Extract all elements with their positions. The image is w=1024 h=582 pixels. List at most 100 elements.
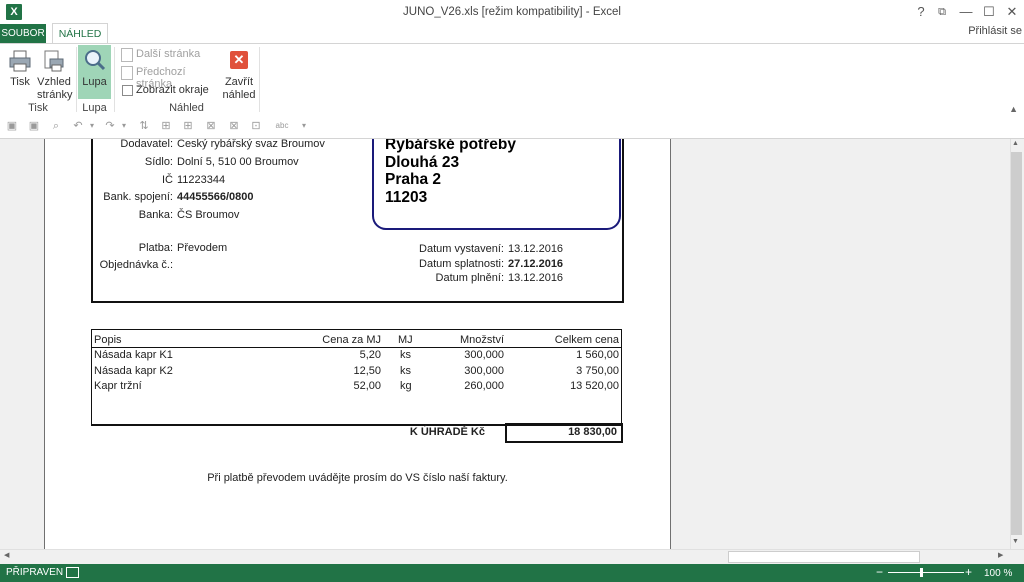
table-row-unit-price: 5,20: [359, 349, 381, 361]
zoom-slider[interactable]: [888, 572, 964, 573]
delete-column-icon[interactable]: ⊠: [205, 120, 217, 132]
table-row-unit: ks: [400, 365, 411, 377]
table-row-qty: 300,000: [464, 365, 504, 377]
previous-page-icon: [121, 66, 133, 80]
close-window-button[interactable]: ✕: [1001, 4, 1023, 20]
undo-icon[interactable]: ↶: [72, 120, 84, 132]
save-icon[interactable]: ▣: [6, 120, 18, 132]
issue-date-label: Datum vystavení:: [419, 243, 504, 255]
minimize-button[interactable]: —: [955, 4, 977, 20]
close-preview-label-2: náhled: [222, 89, 256, 101]
status-bar: [0, 564, 1024, 582]
page-setup-label-1: Vzhled: [37, 76, 71, 88]
due-date-value: 27.12.2016: [508, 258, 564, 270]
to-pay-value: 18 830,00: [568, 426, 617, 438]
zoom-in-button[interactable]: +: [965, 565, 972, 579]
insert-row-icon[interactable]: ⊞: [182, 120, 194, 132]
page-setup-label-2: stránky: [37, 89, 73, 101]
table-row-qty: 300,000: [464, 349, 504, 361]
tab-preview[interactable]: NÁHLED: [52, 23, 108, 45]
due-date-label: Datum splatnosti:: [419, 258, 504, 270]
scroll-down-icon[interactable]: ▼: [1012, 538, 1019, 545]
col-header-unit: MJ: [398, 334, 413, 346]
table-row-desc: Násada kapr K2: [94, 365, 173, 377]
insert-column-icon[interactable]: ⊞: [160, 120, 172, 132]
printer-icon: [9, 50, 31, 72]
bank-name-value: ČS Broumov: [177, 209, 240, 221]
scroll-right-icon[interactable]: ▶: [998, 551, 1003, 559]
zoom-button[interactable]: Lupa: [78, 45, 111, 99]
show-margins-label: Zobrazit okraje: [136, 84, 209, 96]
bank-value: 44455566/0800: [177, 191, 254, 203]
help-icon[interactable]: ?: [910, 4, 932, 20]
close-preview-button[interactable]: ✕ Zavřít náhled: [222, 47, 256, 101]
table-row-desc: Kapr tržní: [94, 380, 142, 392]
page-setup-button[interactable]: Vzhled stránky: [37, 47, 73, 103]
issue-date-value: 13.12.2016: [508, 243, 564, 255]
status-mode: PŘIPRAVEN: [6, 567, 64, 578]
ribbon-display-options-icon[interactable]: ⧉: [931, 4, 953, 20]
to-pay-label: K ÚHRADĚ Kč: [409, 426, 485, 438]
col-header-qty: Množství: [459, 334, 504, 346]
table-row-unit: ks: [400, 349, 411, 361]
next-page-icon: [121, 48, 133, 62]
table-row-unit-price: 12,50: [353, 365, 381, 377]
table-row-total: 13 520,00: [570, 380, 619, 392]
zoom-level[interactable]: 100 %: [984, 568, 1012, 579]
redo-icon[interactable]: ↷: [104, 120, 116, 132]
collapse-ribbon-icon[interactable]: ▲: [1009, 104, 1018, 114]
fulfil-date-value: 13.12.2016: [508, 272, 564, 284]
next-page-label: Další stránka: [136, 48, 201, 60]
tab-row: [0, 24, 1024, 44]
payment-label: Platba:: [138, 242, 173, 254]
spelling-icon[interactable]: abc: [274, 120, 290, 132]
sort-icon[interactable]: ⇅: [138, 120, 150, 132]
delete-row-icon[interactable]: ⊠: [228, 120, 240, 132]
group-print-label: Tisk: [28, 102, 48, 114]
customer-city: Praha 2: [385, 171, 442, 188]
save-as-icon[interactable]: ▣: [28, 120, 40, 132]
magnifier-icon: [85, 50, 106, 71]
macro-record-icon[interactable]: [66, 567, 79, 578]
table-row-total: 3 750,00: [576, 365, 619, 377]
zoom-out-button[interactable]: −: [876, 565, 883, 579]
customer-zip: 11203: [385, 189, 428, 206]
previous-page-button[interactable]: Předchozí stránka: [121, 66, 221, 90]
signin-link[interactable]: Přihlásit se: [968, 25, 1022, 37]
ico-label: IČ: [162, 174, 173, 186]
table-row-desc: Násada kapr K1: [94, 349, 173, 361]
col-header-unit-price: Cena za MJ: [322, 334, 381, 346]
undo-dropdown-icon[interactable]: ▾: [86, 120, 98, 132]
next-page-button[interactable]: Další stránka: [121, 48, 221, 62]
print-preview-icon[interactable]: ⌕: [50, 120, 62, 132]
close-preview-label-1: Zavřít: [224, 76, 254, 88]
col-header-total: Celkem cena: [554, 334, 619, 346]
supplier-value: Český rybářský svaz Broumov: [177, 139, 325, 150]
scroll-left-icon[interactable]: ◀: [4, 551, 9, 559]
print-label: Tisk: [10, 76, 30, 88]
borders-icon[interactable]: ⊡: [250, 120, 262, 132]
tab-file[interactable]: SOUBOR: [0, 24, 46, 44]
window-title: JUNO_V26.xls [režim kompatibility] - Exc…: [403, 6, 621, 18]
checkbox-icon: [122, 85, 133, 96]
col-header-desc: Popis: [94, 334, 122, 346]
page-preview[interactable]: Dodavatel: Český rybářský svaz Broumov S…: [44, 139, 671, 550]
show-margins-checkbox[interactable]: Zobrazit okraje: [121, 84, 221, 98]
horizontal-scroll-thumb[interactable]: [728, 551, 920, 563]
ico-value: 11223344: [177, 174, 226, 186]
customer-street: Dlouhá 23: [385, 154, 460, 171]
vertical-scroll-thumb[interactable]: [1011, 152, 1022, 535]
quick-access-toolbar: [0, 116, 1024, 139]
print-button[interactable]: Tisk: [4, 47, 36, 99]
table-row-qty: 260,000: [464, 380, 504, 392]
customize-qat-icon[interactable]: ▾: [298, 120, 310, 132]
zoom-label: Lupa: [82, 76, 107, 88]
table-header-divider: [92, 347, 621, 348]
page-setup-icon: [44, 50, 64, 72]
redo-dropdown-icon[interactable]: ▾: [118, 120, 130, 132]
bank-label: Bank. spojení:: [103, 191, 173, 203]
footer-note: Při platbě převodem uvádějte prosím do V…: [207, 472, 508, 484]
maximize-button[interactable]: ☐: [978, 4, 1000, 20]
zoom-slider-thumb[interactable]: [920, 568, 923, 577]
scroll-up-icon[interactable]: ▲: [1012, 140, 1019, 147]
